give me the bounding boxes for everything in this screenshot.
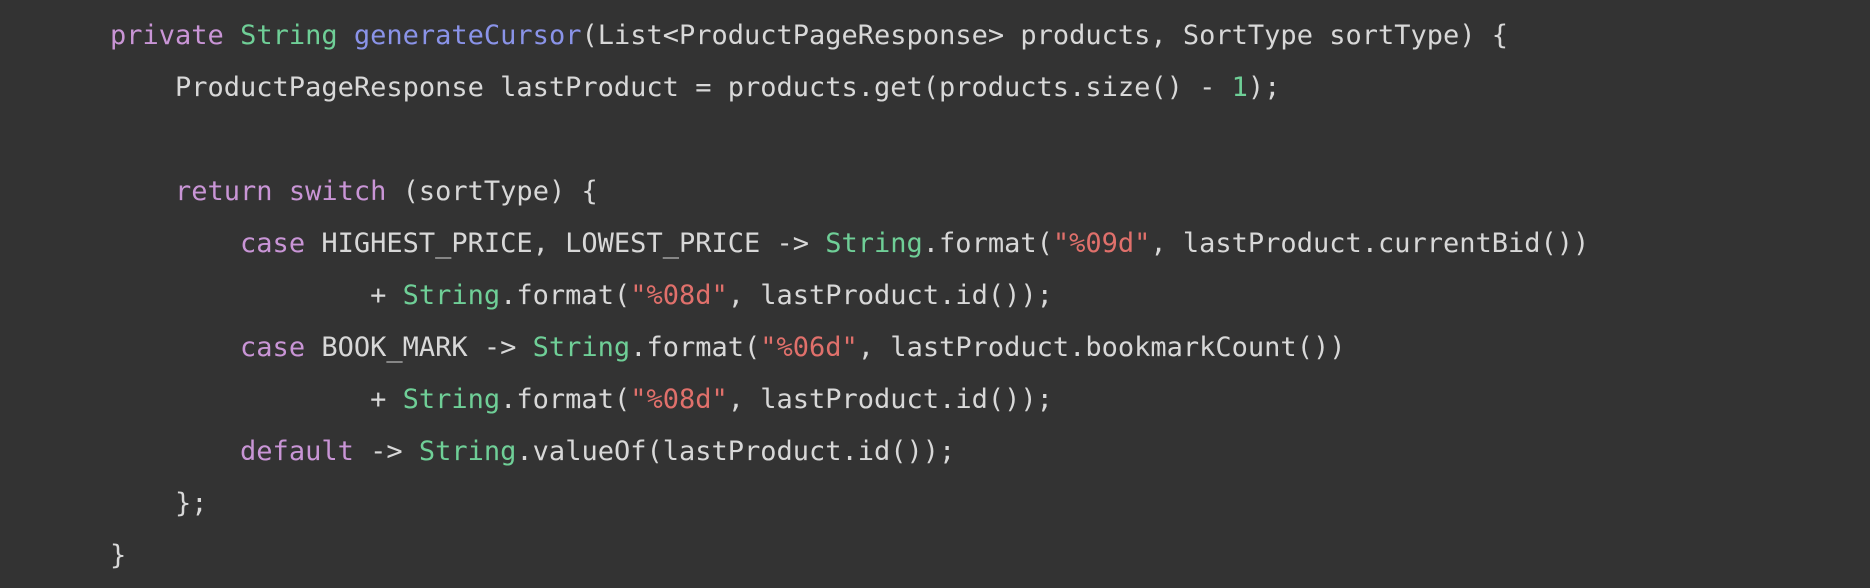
code-token-plain: .format(: [630, 332, 761, 363]
code-token-method: generateCursor: [353, 20, 582, 51]
code-token-plain: BOOK_MARK ->: [305, 332, 533, 363]
code-token-keyword: return: [175, 176, 273, 207]
code-token-keyword: private: [110, 20, 224, 51]
code-token-plain: (sortType) {: [386, 176, 598, 207]
code-token-type: String: [532, 332, 631, 363]
code-token-type: String: [402, 280, 501, 311]
code-token-plain: ->: [353, 436, 419, 467]
code-token-plain: };: [110, 488, 208, 519]
code-line[interactable]: ProductPageResponse lastProduct = produc…: [110, 62, 1589, 114]
code-token-plain: (List<ProductPageResponse> products, Sor…: [581, 20, 1509, 51]
code-token-string: "%06d": [760, 332, 858, 363]
code-token-type: String: [402, 384, 501, 415]
code-token-type: String: [825, 228, 923, 259]
code-line[interactable]: case BOOK_MARK -> String.format("%06d", …: [110, 322, 1589, 374]
code-token-plain: ProductPageResponse lastProduct = produc…: [110, 72, 1232, 103]
code-token-plain: , lastProduct.currentBid()): [1150, 228, 1590, 259]
code-token-string: "%09d": [1052, 228, 1151, 259]
code-line[interactable]: private String generateCursor(List<Produ…: [110, 10, 1589, 62]
code-token-plain: , lastProduct.bookmarkCount()): [857, 332, 1346, 363]
code-token-plain: }: [110, 540, 127, 571]
code-line[interactable]: };: [110, 478, 1589, 530]
code-line[interactable]: + String.format("%08d", lastProduct.id()…: [110, 270, 1589, 322]
code-block[interactable]: private String generateCursor(List<Produ…: [110, 10, 1589, 582]
code-token-plain: );: [1247, 72, 1281, 103]
code-line[interactable]: }: [110, 530, 1589, 582]
code-token-keyword: case: [240, 228, 306, 259]
code-token-string: "%08d": [630, 384, 728, 415]
code-token-keyword: case: [240, 332, 306, 363]
code-token-plain: .valueOf(lastProduct.id());: [516, 436, 956, 467]
code-token-plain: .format(: [500, 384, 631, 415]
code-line[interactable]: + String.format("%08d", lastProduct.id()…: [110, 374, 1589, 426]
code-line[interactable]: default -> String.valueOf(lastProduct.id…: [110, 426, 1589, 478]
code-token-type: String: [240, 20, 338, 51]
code-token-number: 1: [1231, 72, 1248, 103]
code-token-keyword: switch: [288, 176, 387, 207]
code-editor[interactable]: private String generateCursor(List<Produ…: [0, 0, 1870, 588]
code-line[interactable]: return switch (sortType) {: [110, 166, 1589, 218]
code-token-keyword: default: [240, 436, 354, 467]
code-line[interactable]: [110, 114, 1589, 166]
code-token-string: "%08d": [630, 280, 728, 311]
code-line[interactable]: case HIGHEST_PRICE, LOWEST_PRICE -> Stri…: [110, 218, 1589, 270]
code-token-plain: .format(: [500, 280, 631, 311]
code-token-plain: HIGHEST_PRICE, LOWEST_PRICE ->: [305, 228, 826, 259]
code-token-plain: +: [110, 280, 403, 311]
code-token-plain: .format(: [922, 228, 1053, 259]
code-token-plain: , lastProduct.id());: [727, 280, 1053, 311]
code-token-plain: +: [110, 384, 403, 415]
code-token-type: String: [418, 436, 517, 467]
code-token-plain: , lastProduct.id());: [727, 384, 1053, 415]
